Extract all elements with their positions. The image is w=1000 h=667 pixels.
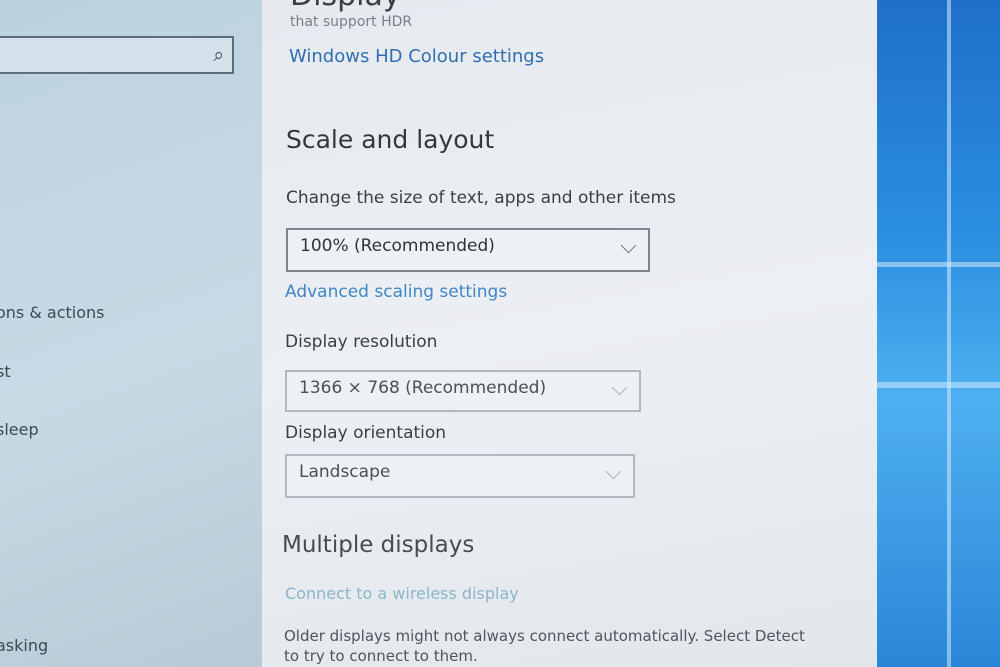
scale-label: Change the size of text, apps and other …: [286, 188, 676, 208]
chevron-down-icon: [611, 379, 628, 396]
nav-item-focus-assist[interactable]: st: [0, 362, 11, 381]
window-pane-divider: [877, 262, 1000, 267]
chevron-down-icon: [620, 237, 637, 254]
resolution-dropdown[interactable]: 1366 × 768 (Recommended): [285, 370, 641, 412]
search-icon[interactable]: ⌕: [213, 44, 224, 66]
scale-layout-heading: Scale and layout: [286, 125, 495, 154]
orientation-dropdown[interactable]: Landscape: [285, 454, 635, 498]
detect-note: Older displays might not always connect …: [284, 626, 805, 666]
multiple-displays-heading: Multiple displays: [282, 532, 475, 558]
window-pane-divider: [947, 0, 951, 667]
hd-colour-settings-link[interactable]: Windows HD Colour settings: [289, 46, 544, 67]
nav-item-notifications[interactable]: ons & actions: [0, 303, 105, 322]
orientation-value: Landscape: [299, 462, 391, 482]
detect-note-line-1: Older displays might not always connect …: [284, 627, 805, 645]
scale-value: 100% (Recommended): [300, 236, 495, 256]
search-input[interactable]: ⌕: [0, 36, 234, 74]
resolution-value: 1366 × 768 (Recommended): [299, 378, 547, 398]
nav-item-power-sleep[interactable]: sleep: [0, 420, 39, 439]
advanced-scaling-link[interactable]: Advanced scaling settings: [285, 282, 507, 302]
settings-nav-pane: ⌕ ons & actions st sleep asking: [0, 0, 262, 667]
detect-note-line-2: to try to connect to them.: [284, 647, 478, 665]
desktop-background: [877, 0, 1000, 667]
page-title: Display: [290, 0, 401, 13]
scale-dropdown[interactable]: 100% (Recommended): [286, 228, 650, 272]
display-settings-panel: Display that support HDR Windows HD Colo…: [262, 0, 877, 667]
hdr-description: that support HDR: [290, 14, 413, 30]
window-pane-divider: [877, 382, 1000, 388]
orientation-label: Display orientation: [285, 423, 447, 443]
resolution-label: Display resolution: [285, 332, 438, 352]
nav-item-multitasking[interactable]: asking: [0, 636, 48, 655]
chevron-down-icon: [605, 463, 622, 480]
wireless-display-link[interactable]: Connect to a wireless display: [285, 584, 519, 603]
